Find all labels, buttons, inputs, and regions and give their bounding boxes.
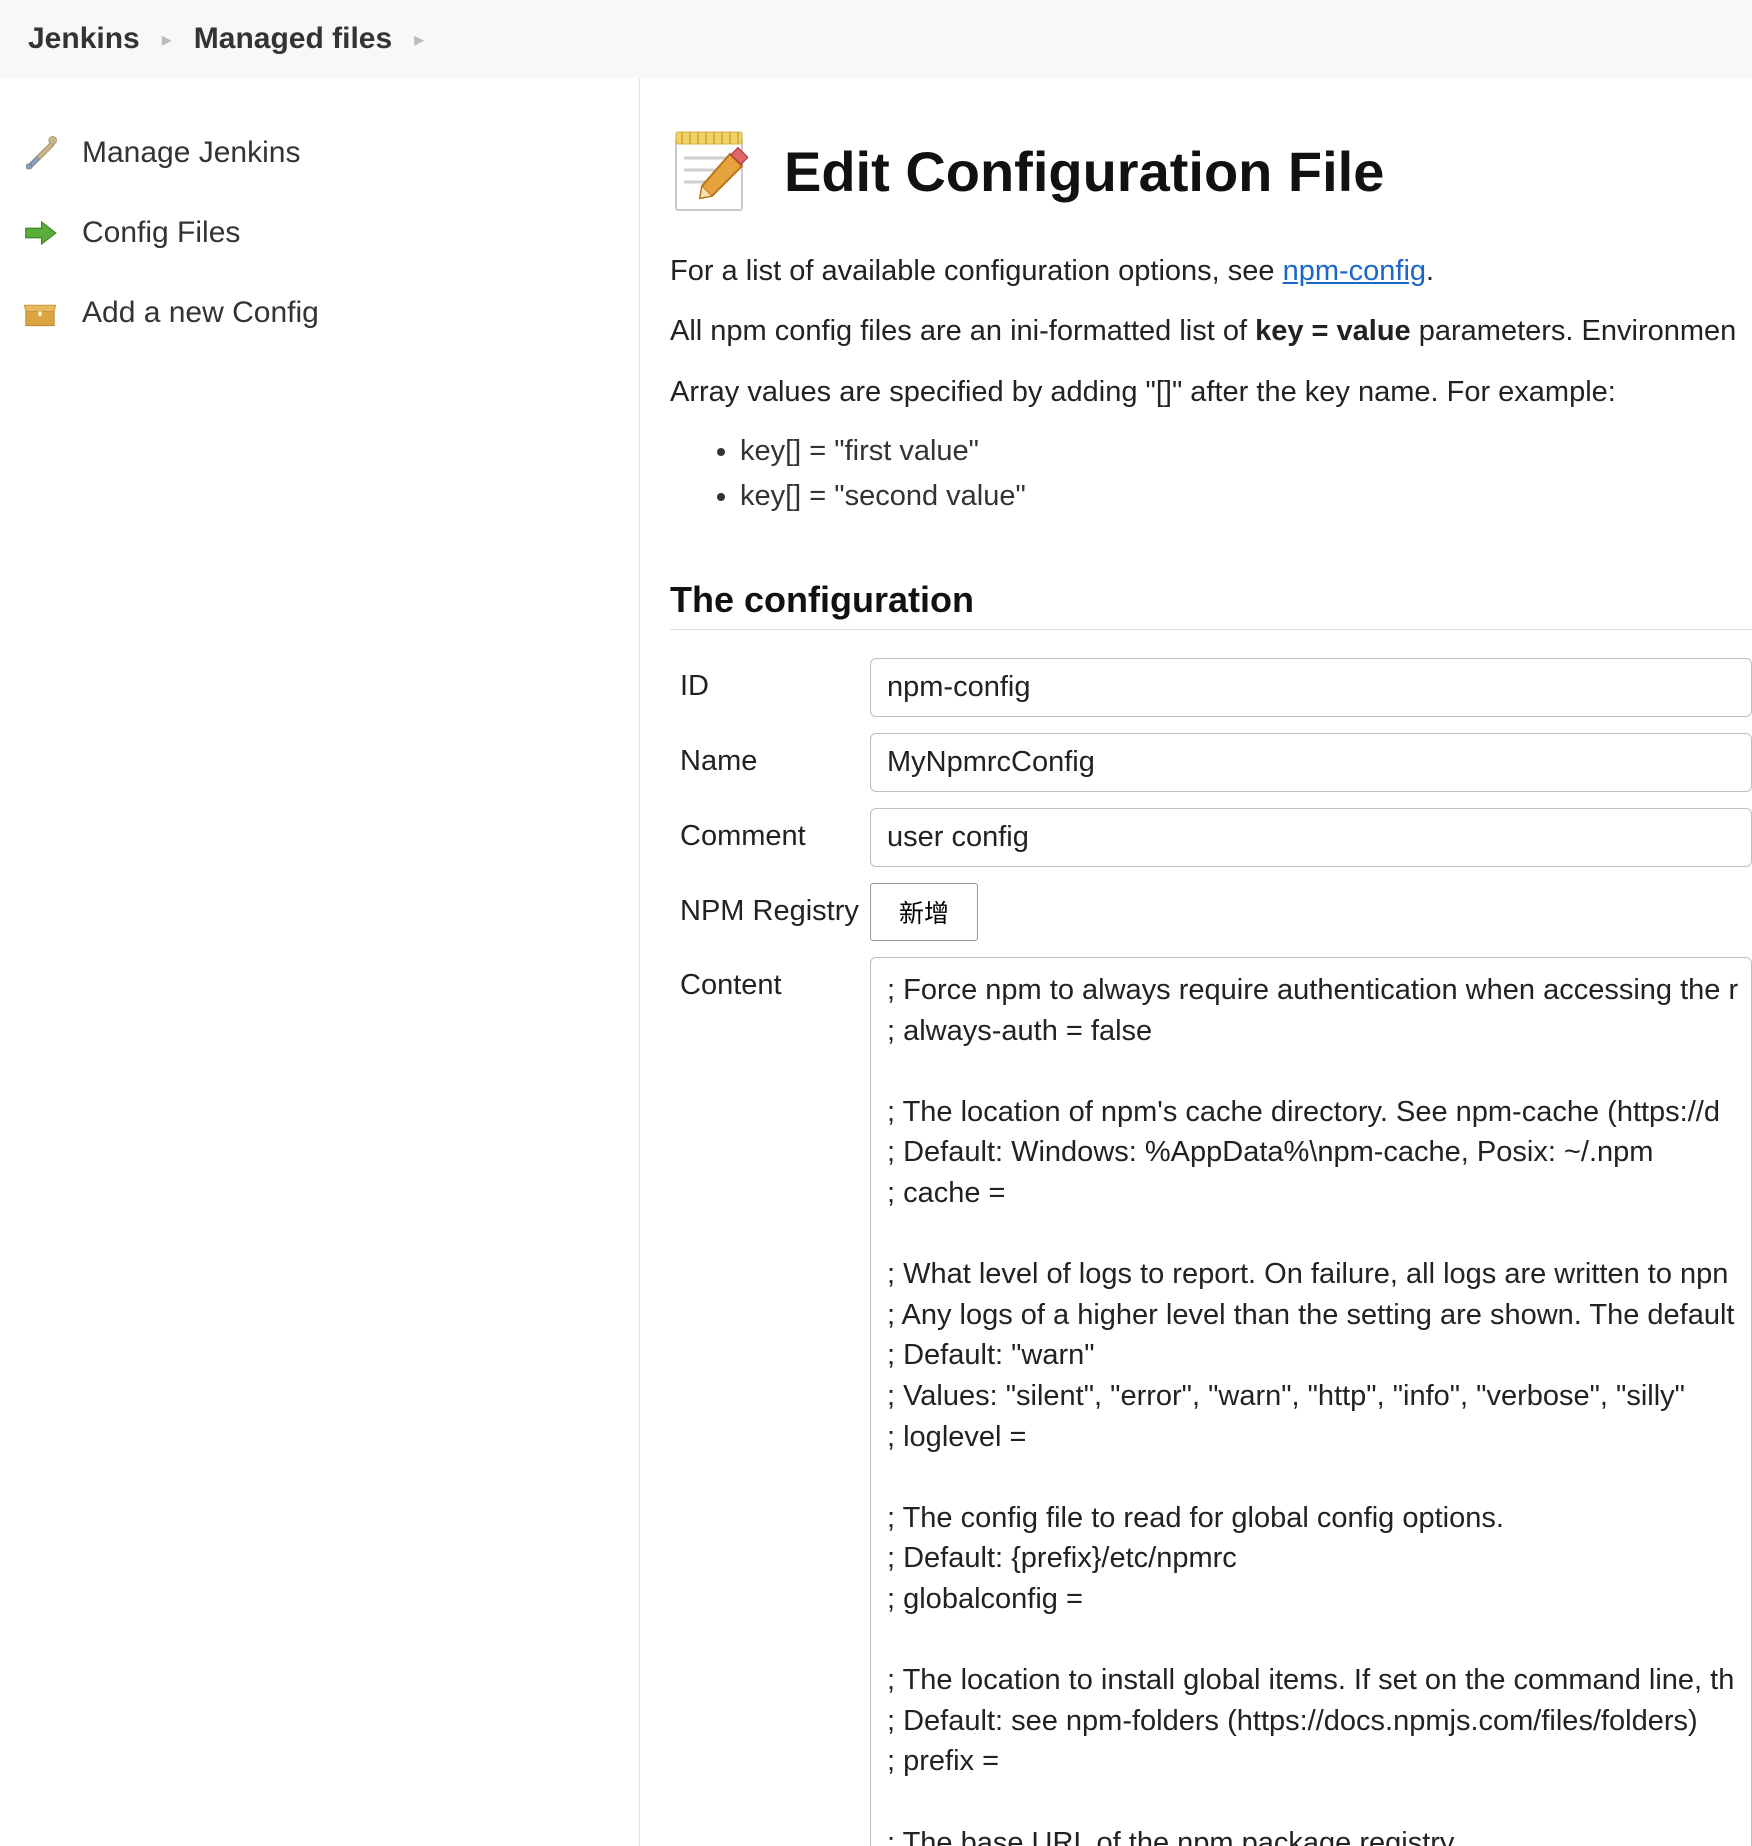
chevron-right-icon: ▸ [162,27,172,52]
desc-part2: parameters. Environmen [1411,315,1737,347]
edit-file-icon [670,128,748,214]
name-input[interactable] [870,733,1752,792]
sidebar-item-config-files[interactable]: Config Files [20,193,619,273]
breadcrumb-section[interactable]: Managed files [194,22,392,56]
content-label: Content [680,957,870,1002]
box-icon [20,293,60,333]
breadcrumb-root[interactable]: Jenkins [28,22,140,56]
desc-bold: key = value [1255,315,1411,347]
example-item: key[] = "first value" [740,429,1752,474]
breadcrumb: Jenkins ▸ Managed files ▸ [0,0,1752,78]
arrow-right-icon [20,213,60,253]
sidebar-item-label: Add a new Config [82,296,319,330]
config-heading: The configuration [670,579,1752,630]
id-input[interactable] [870,658,1752,717]
npm-config-link[interactable]: npm-config [1283,255,1426,287]
tools-icon [20,133,60,173]
add-registry-button[interactable]: 新增 [870,883,978,941]
sidebar-item-label: Manage Jenkins [82,136,300,170]
intro-text: For a list of available configuration op… [670,248,1752,294]
id-label: ID [680,658,870,703]
content-textarea[interactable] [870,957,1752,1846]
intro-desc: All npm config files are an ini-formatte… [670,308,1752,354]
sidebar-item-label: Config Files [82,216,240,250]
main-content: Edit Configuration File For a list of av… [640,78,1752,1846]
intro-suffix: . [1426,255,1434,287]
desc-part1: All npm config files are an ini-formatte… [670,315,1255,347]
page-title: Edit Configuration File [784,139,1384,204]
comment-label: Comment [680,808,870,853]
sidebar-item-manage-jenkins[interactable]: Manage Jenkins [20,113,619,193]
chevron-right-icon: ▸ [414,27,424,52]
name-label: Name [680,733,870,778]
example-list: key[] = "first value" key[] = "second va… [670,429,1752,519]
intro-prefix: For a list of available configuration op… [670,255,1283,287]
comment-input[interactable] [870,808,1752,867]
intro-desc2: Array values are specified by adding "[]… [670,369,1752,415]
registry-label: NPM Registry [680,883,870,928]
sidebar-item-add-config[interactable]: Add a new Config [20,273,619,353]
example-item: key[] = "second value" [740,474,1752,519]
sidebar: Manage Jenkins Config Files Add a new Co… [0,78,640,1846]
